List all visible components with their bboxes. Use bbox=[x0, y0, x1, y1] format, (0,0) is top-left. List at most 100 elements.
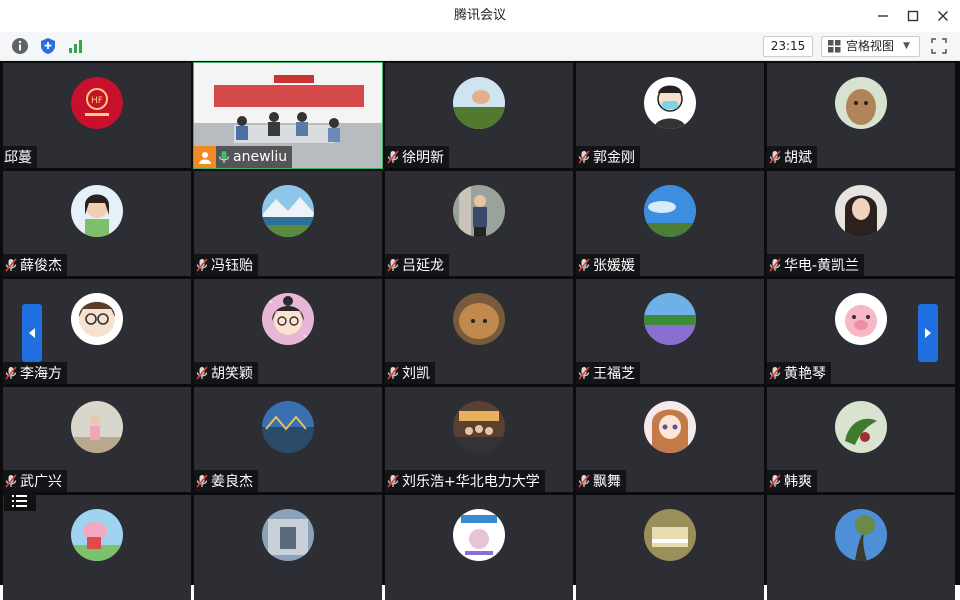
participant-tile[interactable]: 吕延龙 bbox=[385, 171, 573, 276]
avatar bbox=[835, 293, 887, 345]
participant-grid: HF 邱蔓 anewliu 徐明新 郭金刚 胡斌薛俊杰 冯钰贻 吕延龙 张媛媛 华电-黄凯兰李海方… bbox=[0, 61, 960, 600]
chevron-left-icon bbox=[29, 328, 35, 338]
mic-muted-icon bbox=[385, 254, 401, 276]
close-button[interactable] bbox=[933, 6, 953, 26]
participant-tile[interactable]: 胡斌 bbox=[767, 63, 955, 168]
mic-muted-icon bbox=[385, 470, 401, 492]
participant-tile[interactable] bbox=[576, 495, 764, 600]
participant-tile[interactable]: anewliu bbox=[193, 62, 383, 169]
window-title: 腾讯会议 bbox=[453, 8, 506, 23]
avatar bbox=[644, 401, 696, 453]
name-label-bar: 郭金刚 bbox=[576, 146, 640, 168]
fullscreen-button[interactable] bbox=[929, 36, 949, 56]
participant-tile[interactable]: 王福芝 bbox=[576, 279, 764, 384]
participant-name: 胡斌 bbox=[784, 150, 812, 166]
participant-name: 张媛媛 bbox=[593, 258, 635, 274]
host-icon bbox=[194, 146, 216, 168]
participant-name: 刘凯 bbox=[402, 366, 430, 382]
mic-muted-icon bbox=[576, 254, 592, 276]
avatar bbox=[835, 401, 887, 453]
participant-name: 薛俊杰 bbox=[20, 258, 62, 274]
next-page-button[interactable] bbox=[918, 304, 938, 362]
name-label-bar: 李海方 bbox=[3, 362, 67, 384]
name-label-bar: 张媛媛 bbox=[576, 254, 640, 276]
name-label-bar: 刘乐浩+华北电力大学 bbox=[385, 470, 545, 492]
participant-tile[interactable]: 郭金刚 bbox=[576, 63, 764, 168]
name-label-bar: 胡斌 bbox=[767, 146, 817, 168]
previous-page-button[interactable] bbox=[22, 304, 42, 362]
view-mode-label: 宫格视图 bbox=[846, 39, 895, 53]
chevron-down-icon: ▼ bbox=[903, 41, 910, 51]
participant-tile[interactable] bbox=[194, 495, 382, 600]
avatar bbox=[835, 185, 887, 237]
name-label-bar: anewliu bbox=[194, 146, 293, 168]
participant-tile[interactable]: HF 邱蔓 bbox=[3, 63, 191, 168]
info-icon[interactable] bbox=[10, 36, 30, 56]
avatar bbox=[453, 509, 505, 561]
name-label-bar: 武广兴 bbox=[3, 470, 67, 492]
name-label-bar: 韩爽 bbox=[767, 470, 817, 492]
participant-list-button[interactable] bbox=[4, 491, 36, 511]
participant-name: 冯钰贻 bbox=[211, 258, 253, 274]
participant-tile[interactable]: 刘乐浩+华北电力大学 bbox=[385, 387, 573, 492]
participant-tile[interactable]: 飘舞 bbox=[576, 387, 764, 492]
meeting-toolbar: 23:15 宫格视图 ▼ bbox=[0, 32, 960, 61]
minimize-button[interactable] bbox=[873, 6, 893, 26]
name-label-bar: 胡笑颖 bbox=[194, 362, 258, 384]
mic-muted-icon bbox=[3, 362, 19, 384]
grid-view-icon bbox=[828, 40, 841, 59]
avatar bbox=[835, 77, 887, 129]
avatar bbox=[453, 293, 505, 345]
avatar bbox=[644, 293, 696, 345]
mic-muted-icon bbox=[576, 146, 592, 168]
participant-name: 郭金刚 bbox=[593, 150, 635, 166]
participant-tile[interactable]: 武广兴 bbox=[3, 387, 191, 492]
mic-on-icon bbox=[216, 146, 232, 168]
shield-icon[interactable] bbox=[38, 36, 58, 56]
close-icon bbox=[938, 11, 948, 21]
maximize-button[interactable] bbox=[903, 6, 923, 26]
name-label-bar: 刘凯 bbox=[385, 362, 435, 384]
participant-name: 刘乐浩+华北电力大学 bbox=[402, 474, 540, 490]
participant-name: 邱蔓 bbox=[4, 150, 32, 166]
signal-icon[interactable] bbox=[66, 36, 86, 56]
avatar bbox=[71, 401, 123, 453]
avatar bbox=[453, 77, 505, 129]
mic-muted-icon bbox=[767, 254, 783, 276]
participant-tile[interactable]: 徐明新 bbox=[385, 63, 573, 168]
name-label-bar: 王福芝 bbox=[576, 362, 640, 384]
participant-name: 李海方 bbox=[20, 366, 62, 382]
participant-tile[interactable]: 张媛媛 bbox=[576, 171, 764, 276]
title-bar: 腾讯会议 bbox=[0, 0, 960, 32]
participant-tile[interactable]: 胡笑颖 bbox=[194, 279, 382, 384]
view-mode-dropdown[interactable]: 宫格视图 ▼ bbox=[821, 36, 920, 57]
participant-tile[interactable]: 薛俊杰 bbox=[3, 171, 191, 276]
participant-tile[interactable]: 华电-黄凯兰 bbox=[767, 171, 955, 276]
mic-muted-icon bbox=[385, 362, 401, 384]
participant-tile[interactable] bbox=[385, 495, 573, 600]
participant-name: 姜良杰 bbox=[211, 474, 253, 490]
list-icon bbox=[12, 495, 27, 507]
avatar bbox=[644, 509, 696, 561]
participant-tile[interactable]: 冯钰贻 bbox=[194, 171, 382, 276]
maximize-icon bbox=[907, 10, 919, 22]
avatar bbox=[262, 401, 314, 453]
avatar bbox=[453, 185, 505, 237]
participant-name: 黄艳琴 bbox=[784, 366, 826, 382]
avatar bbox=[71, 185, 123, 237]
mic-muted-icon bbox=[194, 470, 210, 492]
avatar bbox=[835, 509, 887, 561]
participant-tile[interactable]: 姜良杰 bbox=[194, 387, 382, 492]
participant-name: 韩爽 bbox=[784, 474, 812, 490]
name-label-bar: 吕延龙 bbox=[385, 254, 449, 276]
mic-muted-icon bbox=[3, 470, 19, 492]
mic-muted-icon bbox=[767, 362, 783, 384]
avatar bbox=[71, 293, 123, 345]
avatar bbox=[71, 509, 123, 561]
mic-muted-icon bbox=[385, 146, 401, 168]
mic-muted-icon bbox=[3, 254, 19, 276]
participant-tile[interactable]: 韩爽 bbox=[767, 387, 955, 492]
participant-tile[interactable] bbox=[767, 495, 955, 600]
avatar: HF bbox=[71, 77, 123, 129]
participant-tile[interactable]: 刘凯 bbox=[385, 279, 573, 384]
